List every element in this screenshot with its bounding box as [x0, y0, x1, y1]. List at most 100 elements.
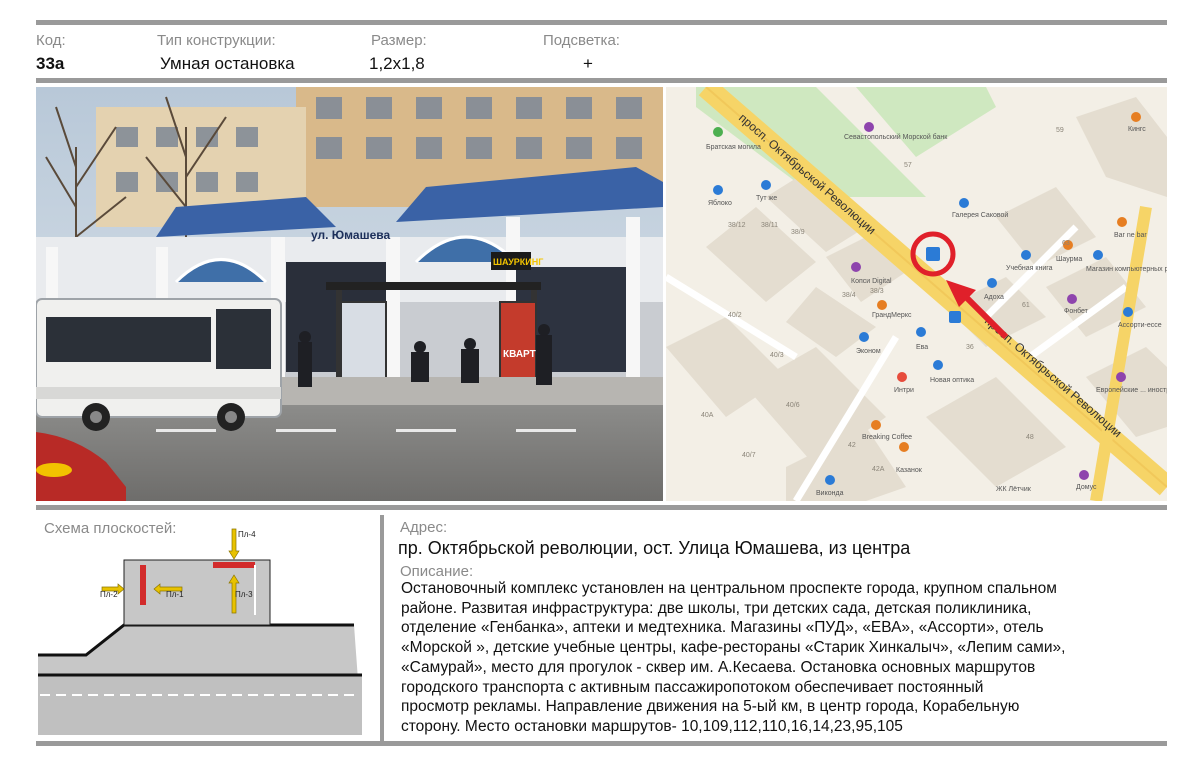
- poi-label: Breaking Coffee: [862, 434, 912, 441]
- house-number: 40А: [701, 412, 714, 419]
- poi-icon: [1093, 250, 1103, 260]
- poi-label: Виконда: [816, 490, 844, 497]
- poi-label: Галерея Саковой: [952, 211, 1008, 219]
- poi-icon: [877, 300, 887, 310]
- house-number: 63: [1062, 240, 1070, 247]
- kiosk-sign-text: ШАУРКИНГ: [493, 257, 543, 267]
- poi-label: Европейские ... иностранных языков: [1096, 386, 1167, 394]
- type-label: Тип конструкции:: [157, 32, 276, 49]
- description-line: отделение «Генбанка», аптеки и медтехник…: [401, 619, 1044, 637]
- shop-sign-text: КВАРТ: [503, 349, 536, 360]
- poi-label: Казанок: [896, 467, 923, 474]
- planes-scheme: Схема плоскостей: Пл-1 Пл-2 Пл-3 Пл-4: [36, 515, 380, 741]
- poi-label: Севастопольский Морской банк: [844, 133, 948, 141]
- poi-label: Магазин компьютерных растений: [1086, 265, 1167, 273]
- description-line: «Морской », детские учебные центры, кафе…: [401, 639, 1066, 657]
- description-line: городского транспорта с активным пассажи…: [401, 678, 984, 696]
- poi-icon: [897, 372, 907, 382]
- house-number: 38/3: [870, 288, 884, 295]
- poi-icon: [761, 180, 771, 190]
- poi-label: Яблоко: [708, 199, 732, 207]
- size-value: 1,2x1,8: [369, 54, 425, 73]
- house-number: 61: [1022, 302, 1030, 309]
- scheme-diagram: Пл-1 Пл-2 Пл-3 Пл-4: [38, 528, 362, 735]
- house-number: 38/9: [791, 229, 805, 236]
- scheme-label-pl-1: Пл-1: [166, 590, 184, 599]
- poi-icon: [1079, 470, 1089, 480]
- poi-label: Шаурма: [1056, 256, 1082, 263]
- poi-label: ЖК Лётчик: [996, 486, 1032, 493]
- poi-label: Копси Digital: [851, 278, 892, 285]
- poi-icon: [1021, 250, 1031, 260]
- code-value: 33а: [36, 54, 65, 73]
- scheme-label-pl-4: Пл-4: [238, 530, 256, 539]
- poi-icon: [1131, 112, 1141, 122]
- top-rule: [36, 20, 1167, 25]
- poi-icon: [899, 442, 909, 452]
- description-line: «Самурай», место для прогулок - сквер им…: [401, 658, 1036, 676]
- poi-icon: [825, 475, 835, 485]
- poi-label: Фонбет: [1064, 307, 1089, 315]
- poi-icon: [713, 127, 723, 137]
- store-sign-text: ул. Юмашева: [311, 228, 390, 242]
- map-illustration: просп. Октябрьской Революции просп. Октя…: [666, 87, 1167, 501]
- scheme-label-pl-2: Пл-2: [100, 590, 118, 599]
- code-label: Код:: [36, 32, 66, 49]
- poi-label: Интри: [894, 387, 914, 394]
- poi-icon: [851, 262, 861, 272]
- description-line: сторону. Место остановки маршрутов- 10,1…: [401, 717, 903, 735]
- house-number: 40/6: [786, 402, 800, 409]
- bus-stop-icon: [926, 247, 940, 261]
- house-number: 57: [904, 162, 912, 169]
- poi-label: Кингс: [1128, 126, 1146, 133]
- light-label: Подсветка:: [543, 32, 620, 49]
- house-number: 59: [1056, 127, 1064, 134]
- description-line: просмотр рекламы. Направление движения н…: [401, 698, 1020, 716]
- scheme-label-pl-3: Пл-3: [235, 590, 253, 599]
- poi-label: Ассорти-ессе: [1118, 322, 1162, 329]
- description-text: Остановочный комплекс установлен на цент…: [401, 579, 1171, 737]
- poi-icon: [1116, 372, 1126, 382]
- poi-icon: [1123, 307, 1133, 317]
- house-number: 40/7: [742, 452, 756, 459]
- poi-label: Адоха: [984, 294, 1004, 301]
- poi-label: Bar ne bar: [1114, 232, 1147, 239]
- description-line: районе. Развитая инфраструктура: две шко…: [401, 599, 1032, 617]
- poi-icon: [916, 327, 926, 337]
- poi-icon: [933, 360, 943, 370]
- address-value: пр. Октябрьской революции, ост. Улица Юм…: [398, 538, 911, 558]
- mid-rule: [36, 505, 1167, 510]
- poi-label: Братская могила: [706, 144, 761, 151]
- house-number: 38/4: [842, 292, 856, 299]
- light-value: +: [583, 54, 593, 73]
- poi-icon: [1067, 294, 1077, 304]
- poi-icon: [959, 198, 969, 208]
- poi-label: Тут же: [756, 195, 777, 202]
- vertical-divider: [380, 515, 384, 741]
- type-value: Умная остановка: [160, 54, 295, 73]
- description-line: Остановочный комплекс установлен на цент…: [401, 580, 1057, 597]
- house-number: 42А: [872, 466, 885, 473]
- house-number: 38/12: [728, 222, 746, 229]
- poi-icon: [713, 185, 723, 195]
- bus-stop-icon: [949, 311, 961, 323]
- header-rule: [36, 78, 1167, 83]
- house-number: 38/11: [761, 222, 778, 229]
- size-label: Размер:: [371, 32, 427, 49]
- poi-icon: [1117, 217, 1127, 227]
- poi-label: Новая оптика: [930, 377, 974, 384]
- poi-label: Домус: [1076, 484, 1097, 491]
- address-label: Адрес:: [400, 519, 448, 536]
- house-number: 42: [848, 442, 856, 449]
- poi-label: Учебная книга: [1006, 264, 1053, 272]
- house-number: 40/2: [728, 312, 742, 319]
- description-label: Описание:: [400, 563, 474, 580]
- poi-label: Ева: [916, 344, 928, 351]
- poi-label: ГрандМеркс: [872, 312, 912, 319]
- plane-pl-2: [140, 565, 146, 605]
- poi-icon: [864, 122, 874, 132]
- poi-icon: [987, 278, 997, 288]
- house-number: 40/3: [770, 352, 784, 359]
- photo-illustration: ул. Юмашева КВАРТ ШАУРКИНГ: [36, 87, 663, 501]
- plane-pl-4: [213, 562, 255, 568]
